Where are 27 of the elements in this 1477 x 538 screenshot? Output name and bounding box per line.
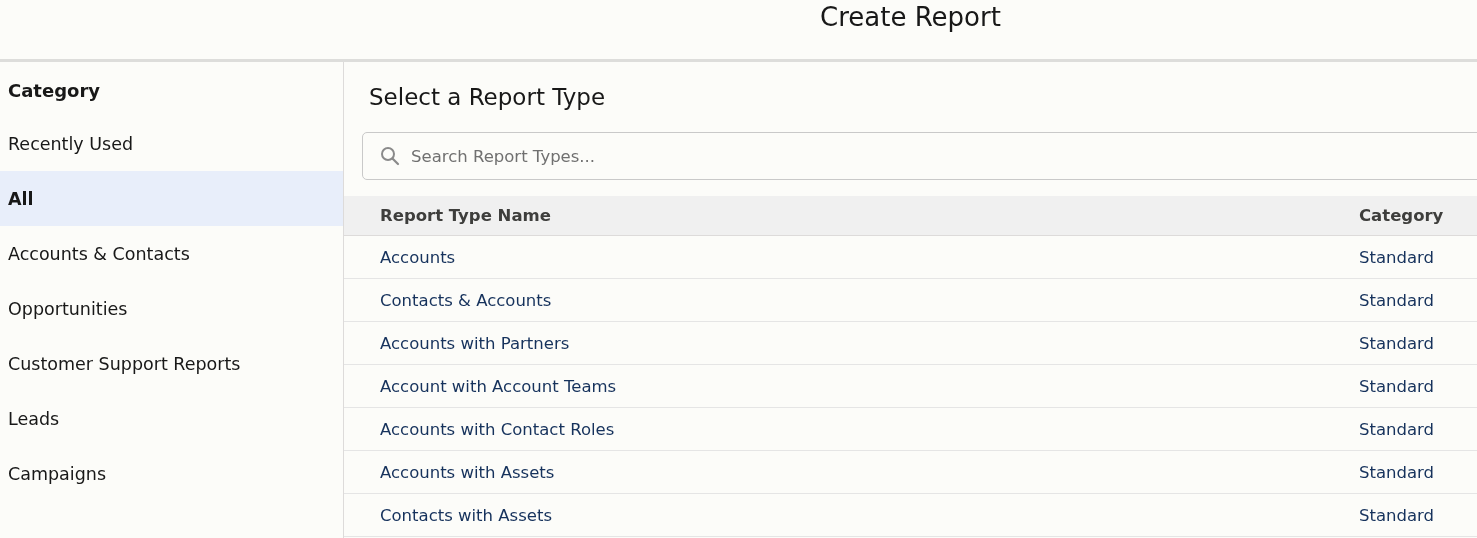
sidebar-item[interactable]: All [0, 171, 343, 226]
table-cell: Standard [1359, 376, 1435, 396]
sidebar-item[interactable]: Customer Support Reports [0, 336, 343, 391]
section-heading: Select a Report Type [368, 83, 607, 112]
sidebar-item[interactable]: Leads [0, 391, 343, 446]
sidebar-item[interactable]: Campaigns [0, 446, 343, 501]
report-type-link[interactable]: Accounts with Partners [380, 333, 570, 353]
window-title: Create Report [820, 2, 1001, 32]
table-cell: Standard [1359, 505, 1435, 525]
table-cell: Standard [1359, 247, 1435, 267]
sidebar-item[interactable]: Accounts & Contacts [0, 226, 343, 281]
column-header[interactable]: Category [1359, 196, 1477, 236]
report-type-link[interactable]: Accounts with Assets [380, 462, 555, 482]
column-header[interactable]: Report Type Name [344, 196, 1359, 236]
search-field[interactable]: Search Report Types... [362, 132, 1477, 180]
sidebar-item[interactable]: Recently Used [0, 116, 343, 171]
table-cell: Standard [1359, 333, 1435, 353]
report-type-link[interactable]: Contacts & Accounts [380, 290, 552, 310]
report-type-link[interactable]: Account with Account Teams [380, 376, 617, 396]
sidebar-item[interactable]: Opportunities [0, 281, 343, 336]
table-cell: Standard [1359, 290, 1435, 310]
report-type-link[interactable]: Contacts with Assets [380, 505, 552, 525]
report-type-link[interactable]: Accounts with Contact Roles [380, 419, 615, 439]
sidebar-heading: Category [7, 79, 102, 103]
report-type-link[interactable]: Accounts [380, 247, 456, 267]
table-cell: Standard [1359, 462, 1435, 482]
table-cell: Standard [1359, 419, 1435, 439]
